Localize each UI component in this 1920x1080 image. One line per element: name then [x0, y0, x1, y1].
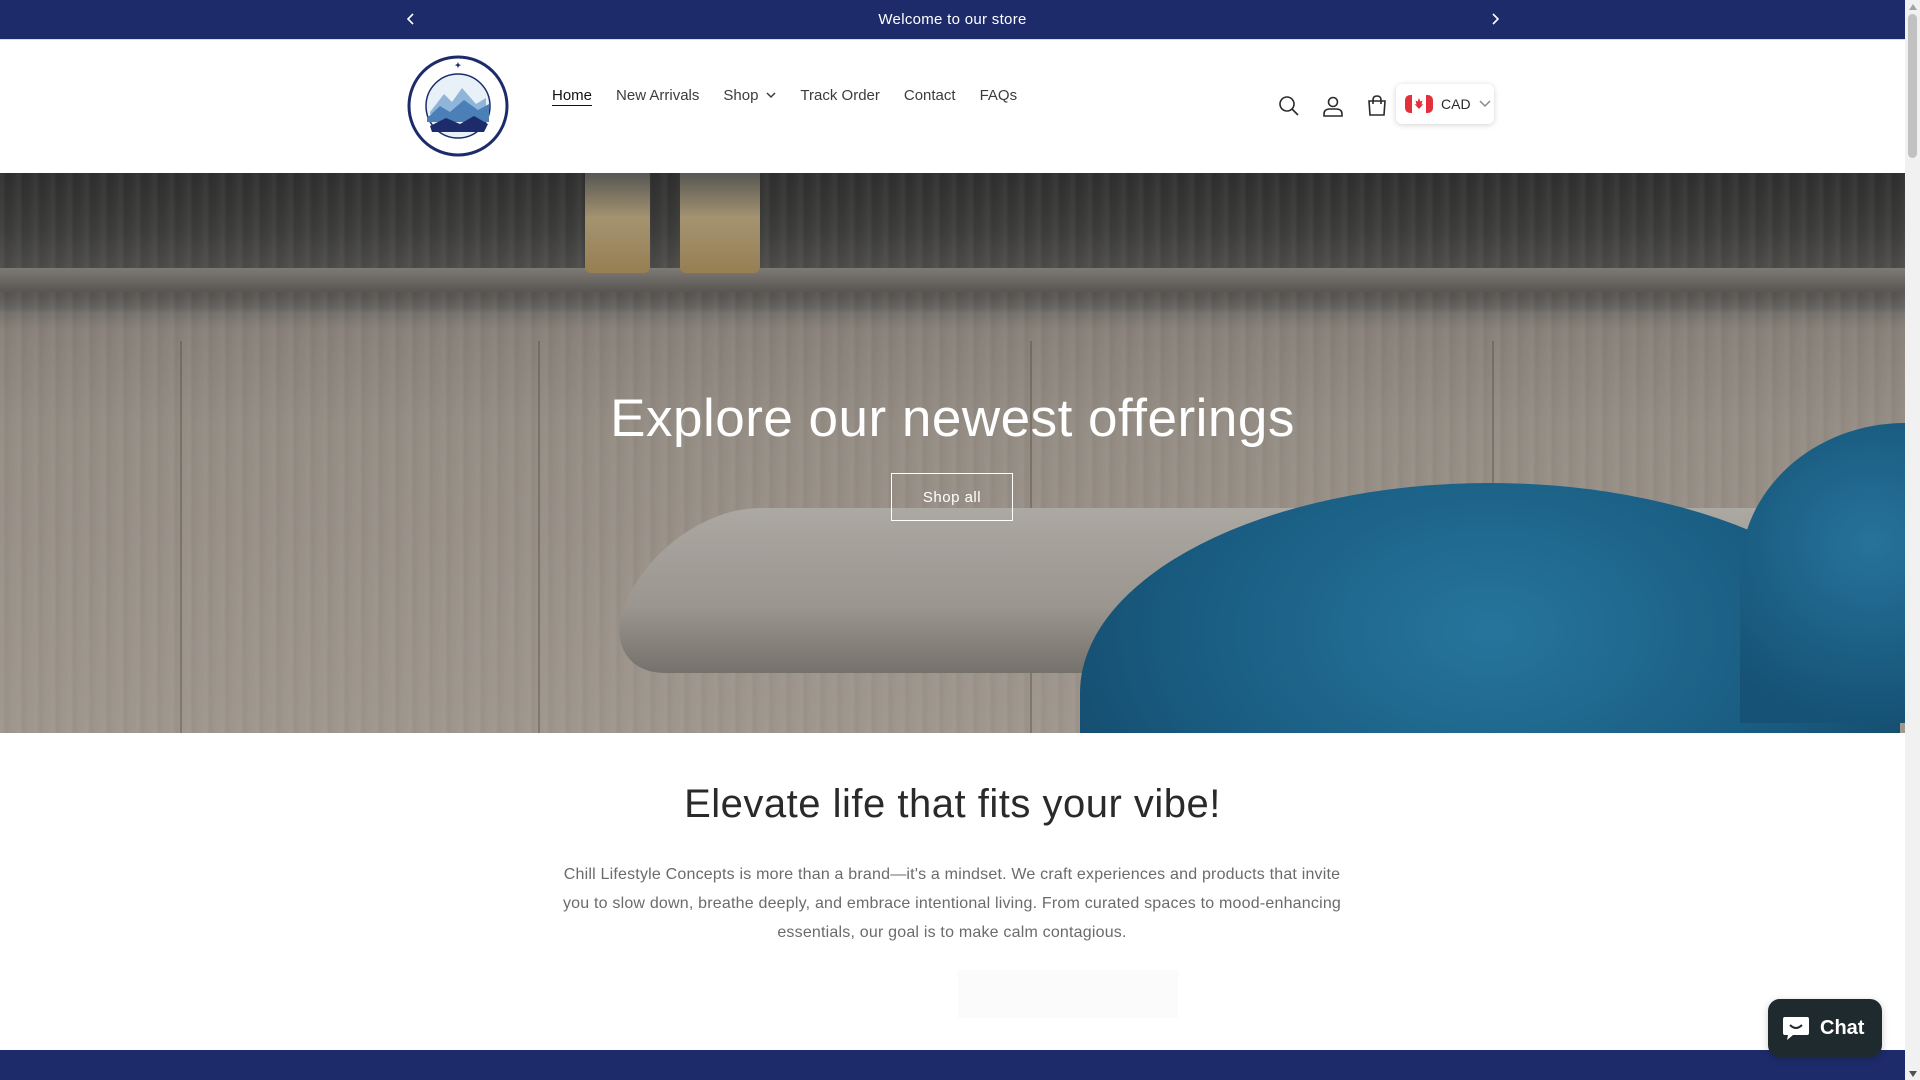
chevron-left-icon	[406, 13, 414, 25]
announcement-text: Welcome to our store	[878, 11, 1027, 28]
account-button[interactable]	[1319, 92, 1347, 120]
cart-button[interactable]	[1363, 92, 1391, 120]
nav-item-label: Home	[552, 86, 593, 104]
announcement-prev-button[interactable]	[400, 8, 422, 30]
hero-overlay	[0, 173, 1905, 733]
account-icon	[1323, 96, 1343, 117]
nav-item-label: Track Order	[800, 86, 880, 104]
currency-code: CAD	[1441, 96, 1471, 112]
chat-button[interactable]: Chat	[1768, 999, 1882, 1057]
search-icon	[1279, 96, 1299, 116]
chat-label: Chat	[1820, 1016, 1865, 1039]
announcement-bar: Welcome to our store	[0, 0, 1905, 39]
chevron-down-icon	[1479, 100, 1491, 108]
intro-text: Chill Lifestyle Concepts is more than a …	[562, 866, 1342, 941]
nav-item-track-order[interactable]: Track Order	[788, 80, 891, 110]
intro-primary-button[interactable]	[958, 970, 1178, 1018]
nav-item-label: Contact	[903, 86, 956, 104]
canada-flag-icon	[1405, 95, 1433, 113]
main-nav: Home New Arrivals Shop Track Order Conta…	[540, 80, 1029, 110]
page-scrollbar[interactable]	[1905, 0, 1920, 1080]
scroll-down-icon[interactable]	[1908, 1069, 1917, 1078]
scrollbar-thumb[interactable]	[1908, 14, 1917, 158]
shop-all-button[interactable]: Shop all	[891, 473, 1013, 521]
chevron-down-icon	[766, 91, 776, 99]
intro-title: Elevate life that fits your vibe!	[684, 782, 1221, 826]
chevron-right-icon	[1492, 13, 1500, 25]
search-button[interactable]	[1275, 92, 1303, 120]
announcement-next-button[interactable]	[1484, 8, 1506, 30]
scroll-up-icon[interactable]	[1908, 2, 1917, 11]
nav-item-home[interactable]: Home	[540, 80, 604, 110]
footer-band	[0, 1050, 1905, 1080]
nav-item-label: FAQs	[979, 86, 1018, 104]
nav-item-new-arrivals[interactable]: New Arrivals	[604, 80, 711, 110]
svg-text:✦: ✦	[455, 61, 462, 70]
currency-selector[interactable]: CAD	[1396, 84, 1494, 124]
cart-icon	[1368, 95, 1386, 116]
site-header: ✦ Home New Arrivals Shop Track Order Con…	[0, 40, 1905, 173]
hero-title: Explore our newest offerings	[610, 389, 1295, 448]
nav-item-shop[interactable]: Shop	[711, 80, 788, 110]
hero-banner: Explore our newest offerings Shop all	[0, 173, 1905, 733]
intro-secondary-button[interactable]	[785, 970, 935, 1018]
nav-item-faqs[interactable]: FAQs	[968, 80, 1030, 110]
nav-item-label: New Arrivals	[616, 86, 700, 104]
chill-lifestyle-concepts-logo: ✦	[407, 55, 509, 157]
site-logo[interactable]: ✦	[406, 54, 510, 158]
nav-item-label: Shop	[723, 86, 759, 104]
nav-item-contact[interactable]: Contact	[892, 80, 968, 110]
chat-bubble-icon	[1783, 1017, 1809, 1040]
